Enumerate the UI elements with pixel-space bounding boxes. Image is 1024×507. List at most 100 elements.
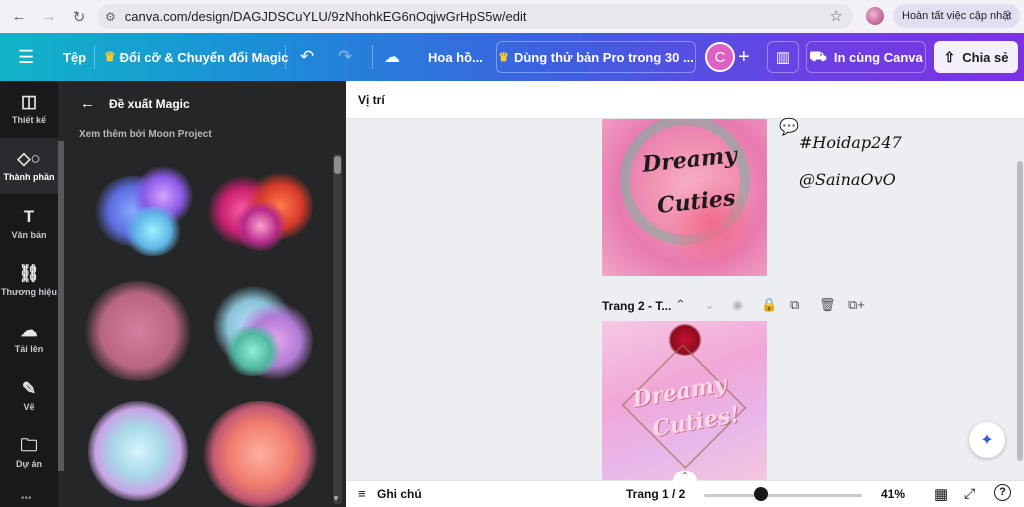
redo-icon[interactable]: ↷ [338,33,352,81]
zoom-slider[interactable] [704,494,862,497]
chevron-up-icon[interactable]: ⌃ [675,297,686,313]
share-label: Chia sẻ [962,49,1009,65]
elements-panel: ← Đề xuất Magic Xem thêm bởi Moon Projec… [58,81,346,507]
side-navigation: ◫ Thiết kế ◇○ Thành phần T Văn bản ⛓ Thư… [0,81,58,507]
profile-avatar[interactable] [866,7,884,25]
show-pages-button[interactable]: ⌃ [673,471,697,481]
editor-header: ☰ Tệp ♛ Đổi cỡ & Chuyển đổi Magic ↶ ↷ ☁ … [0,33,1024,81]
rail-item-draw[interactable]: ✎ Vẽ [0,368,58,424]
blob [123,206,183,256]
site-settings-icon[interactable]: ⚙ [105,10,116,24]
browser-toolbar: ← → ↻ ⚙ canva.com/design/DAGJDSCuYLU/9zN… [0,0,1024,33]
bookmark-star-icon[interactable]: ☆ [830,7,843,25]
fullscreen-icon[interactable]: ⤢ [964,485,975,502]
share-icon: ⇧ [943,48,956,65]
reload-icon[interactable]: ↻ [68,6,90,28]
crown-icon: ♛ [498,50,509,64]
rail-item-uploads[interactable]: ☁ Tải lên [0,310,58,366]
blob [83,281,193,381]
rail-label: Dự án [15,459,43,469]
page-2[interactable]: Dreamy Cuties! [602,321,767,481]
scroll-down-icon[interactable]: ▼ [332,494,340,503]
help-icon[interactable]: ? [994,484,1011,501]
element-thumbnail[interactable] [203,276,318,386]
divider [372,45,373,69]
menu-icon[interactable]: ☰ [18,33,34,81]
rail-item-projects[interactable]: 🗀 Dự án [0,425,58,481]
panel-scrollbar[interactable] [333,154,342,504]
file-label: Tệp [63,49,87,65]
element-thumbnail[interactable] [83,161,198,261]
comment-icon[interactable]: 💬 [779,117,801,137]
rail-item-brand[interactable]: ⛓ Thương hiệu [0,253,58,309]
magic-assistant-button[interactable]: ✦ [969,422,1005,458]
page-1[interactable]: Dreamy Cuties [602,119,767,276]
design-title[interactable]: Hoa hồ... [428,33,483,81]
panel-title: Đề xuất Magic [109,96,190,111]
analytics-icon[interactable]: ▥ [767,41,799,73]
handle-text[interactable]: @SainaOvO [799,170,896,189]
brand-icon: ⛓ [18,264,40,283]
upload-icon: ☁ [20,321,38,340]
rail-item-elements[interactable]: ◇○ Thành phần [0,138,58,194]
rail-item-text[interactable]: T Văn bản [0,196,58,252]
zoom-slider-handle[interactable] [754,487,768,501]
rail-item-design[interactable]: ◫ Thiết kế [0,81,58,137]
panel-edge [58,141,64,471]
blob [223,326,283,376]
design-title-label: Hoa hồ... [428,49,483,65]
canvas-scrollbar[interactable] [1017,161,1023,461]
zoom-level[interactable]: 41% [881,487,905,501]
lock-icon[interactable]: 🔒 [761,297,777,313]
divider [285,45,286,69]
panel-subtitle: Xem thêm bởi Moon Project [79,129,212,140]
element-thumbnail[interactable] [203,161,318,261]
back-icon[interactable]: ← [8,6,30,28]
add-collaborator-icon[interactable]: + [738,33,750,81]
more-icon: ⋮ [1002,8,1014,22]
notes-button[interactable]: Ghi chú [377,487,422,501]
page2-title[interactable]: Trang 2 - T... [602,299,671,313]
page-counter[interactable]: Trang 1 / 2 [626,487,685,501]
address-bar[interactable]: ⚙ canva.com/design/DAGJDSCuYLU/9zNhohkEG… [97,4,853,29]
grid-view-icon[interactable]: ▦ [934,485,948,503]
rail-label: Vẽ [23,402,35,412]
draw-icon: ✎ [21,379,37,398]
share-button[interactable]: ⇧ Chia sẻ [934,41,1018,73]
blob [233,201,288,251]
cloud-save-icon[interactable]: ☁ [384,33,400,81]
update-button[interactable]: Hoàn tất việc cập nhật ⋮ [893,4,1020,28]
layout-icon: ◫ [20,92,38,111]
file-menu[interactable]: Tệp [63,33,86,81]
element-thumbnail[interactable] [203,396,318,507]
text-icon: T [23,207,35,226]
scroll-thumb[interactable] [334,156,341,174]
back-arrow-icon[interactable]: ← [80,95,95,112]
canvas-area: Vị trí Dreamy Cuties 💬 #Hoidap247 @Saina… [346,81,1024,507]
more-apps-icon[interactable]: ••• [21,493,32,504]
rail-label: Văn bản [11,230,47,240]
element-thumbnail[interactable] [83,276,198,386]
rail-label: Thiết kế [11,115,46,125]
print-label: In cùng Canva [833,49,923,65]
crown-icon: ♛ [104,49,116,64]
delete-page-icon[interactable]: 🗑 [819,297,836,313]
user-avatar[interactable]: C [705,42,735,72]
forward-icon[interactable]: → [38,6,60,28]
panel-header: ← Đề xuất Magic [80,95,190,112]
chevron-down-icon[interactable]: ⌄ [704,297,715,313]
footer-bar: ⌃ ≡ Ghi chú Trang 1 / 2 41% ▦ ⤢ ? [346,471,1024,507]
element-thumbnail[interactable] [83,396,198,507]
print-button[interactable]: ⛟ In cùng Canva [806,41,926,73]
magic-resize-button[interactable]: ♛ Đổi cỡ & Chuyển đổi Magic [104,33,289,81]
duplicate-page-icon[interactable]: ⧉ [790,297,799,313]
blob [88,401,188,501]
undo-icon[interactable]: ↶ [300,33,314,81]
position-button[interactable]: Vị trí [358,93,385,107]
add-page-icon[interactable]: ⧉+ [848,297,865,313]
notes-icon[interactable]: ≡ [358,486,366,501]
hide-page-icon[interactable]: ◉ [732,297,743,313]
rail-label: Tải lên [14,344,44,354]
pro-trial-button[interactable]: ♛ Dùng thử bản Pro trong 30 ... [496,41,696,73]
hashtag-text[interactable]: #Hoidap247 [799,133,902,152]
